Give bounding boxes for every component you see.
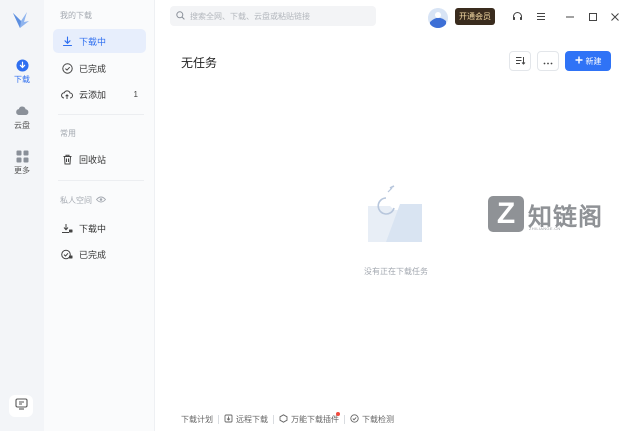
rail-item-cloud[interactable]: 云盘 xyxy=(0,104,44,130)
new-task-button[interactable]: 新建 xyxy=(565,51,611,71)
search-icon xyxy=(176,7,185,25)
remote-download-link[interactable]: 远程下载 xyxy=(224,414,268,425)
close-icon[interactable] xyxy=(608,10,621,23)
notification-dot xyxy=(336,411,340,416)
rail-item-download[interactable]: 下载 xyxy=(0,58,44,84)
watermark-logo: Z 知链阁 ZHILIANGE.CN xyxy=(488,196,628,238)
section-my-downloads: 我的下载 xyxy=(60,11,92,20)
feedback-icon xyxy=(14,397,28,415)
remote-download-label: 远程下载 xyxy=(236,414,268,424)
cloud-upload-icon xyxy=(61,88,73,100)
remote-download-icon xyxy=(224,414,233,425)
plus-icon xyxy=(575,56,583,66)
sort-list-icon xyxy=(515,52,526,70)
download-check-label: 下载检测 xyxy=(362,414,394,424)
rail-label-download: 下载 xyxy=(14,75,30,84)
avatar[interactable] xyxy=(428,8,448,28)
left-rail: 下载 云盘 更多 xyxy=(0,0,44,431)
plugin-icon xyxy=(279,413,288,425)
sidebar-item-cloud-add[interactable]: 云添加 1 xyxy=(53,82,146,106)
sidebar-item-completed[interactable]: 已完成 xyxy=(53,56,146,80)
download-plan-label: 下载计划 xyxy=(181,414,213,424)
check-circle-icon xyxy=(61,62,73,74)
sidebar-item-private-downloading[interactable]: 下载中 xyxy=(53,216,146,240)
sidebar-item-recycle[interactable]: 回收站 xyxy=(53,147,146,171)
footer-bar: 下载计划 远程下载 万能下载插件 下载检测 xyxy=(181,411,394,425)
watermark-letter: Z xyxy=(488,196,524,232)
vip-button[interactable]: 开通会员 xyxy=(455,8,495,25)
feedback-button[interactable] xyxy=(9,395,33,417)
download-icon xyxy=(61,35,73,47)
private-check-icon xyxy=(61,248,73,260)
rail-item-more[interactable]: 更多 xyxy=(0,149,44,175)
more-options-button[interactable] xyxy=(537,51,559,71)
search-placeholder: 搜索全网、下载、云盘或粘贴链接 xyxy=(190,11,310,21)
new-task-label: 新建 xyxy=(585,56,602,66)
download-circle-icon xyxy=(15,58,29,72)
page-title: 无任务 xyxy=(181,56,218,70)
footer-divider xyxy=(218,414,219,424)
cloud-icon xyxy=(15,104,29,118)
download-check-icon xyxy=(350,413,359,425)
headset-icon[interactable] xyxy=(511,10,524,23)
grid-more-icon xyxy=(15,149,29,163)
sidebar-item-private-completed[interactable]: 已完成 xyxy=(53,242,146,266)
section-common: 常用 xyxy=(60,129,76,138)
minimize-icon[interactable] xyxy=(563,10,576,23)
sidebar: 我的下载 下载中 已完成 云添加 1 常用 回收站 私人空间 下载中 已完成 xyxy=(44,0,155,431)
sidebar-label-private-downloading: 下载中 xyxy=(79,223,107,234)
sidebar-label-private-completed: 已完成 xyxy=(79,249,107,260)
cloud-add-count: 1 xyxy=(133,89,138,99)
maximize-icon[interactable] xyxy=(586,10,599,23)
watermark-subtext: ZHILIANGE.CN xyxy=(529,226,561,231)
download-plan-link[interactable]: 下载计划 xyxy=(181,414,213,425)
download-check-link[interactable]: 下载检测 xyxy=(350,413,394,425)
sidebar-item-downloading[interactable]: 下载中 xyxy=(53,29,146,53)
rail-label-more: 更多 xyxy=(14,166,30,175)
empty-state-text: 没有正在下载任务 xyxy=(364,267,428,276)
sidebar-label-cloud-add: 云添加 xyxy=(79,89,107,100)
empty-folder-illustration xyxy=(364,184,426,246)
rail-label-cloud: 云盘 xyxy=(14,121,30,130)
menu-icon[interactable] xyxy=(534,10,547,23)
private-download-icon xyxy=(61,222,73,234)
bird-logo-icon xyxy=(10,9,32,31)
plugin-link[interactable]: 万能下载插件 xyxy=(279,411,340,425)
sort-button[interactable] xyxy=(509,51,531,71)
footer-divider xyxy=(273,414,274,424)
footer-divider xyxy=(344,414,345,424)
eye-icon[interactable] xyxy=(95,196,107,206)
sidebar-label-recycle: 回收站 xyxy=(79,154,107,165)
sidebar-label-downloading: 下载中 xyxy=(79,36,107,47)
more-dots-icon xyxy=(543,52,553,70)
trash-icon xyxy=(61,153,73,165)
sidebar-label-completed: 已完成 xyxy=(79,63,107,74)
section-private-label: 私人空间 xyxy=(60,196,92,205)
search-input[interactable]: 搜索全网、下载、云盘或粘贴链接 xyxy=(170,6,376,26)
sidebar-divider xyxy=(58,114,144,115)
section-private-space: 私人空间 xyxy=(60,196,107,206)
sidebar-divider xyxy=(58,180,144,181)
plugin-label: 万能下载插件 xyxy=(291,414,339,424)
